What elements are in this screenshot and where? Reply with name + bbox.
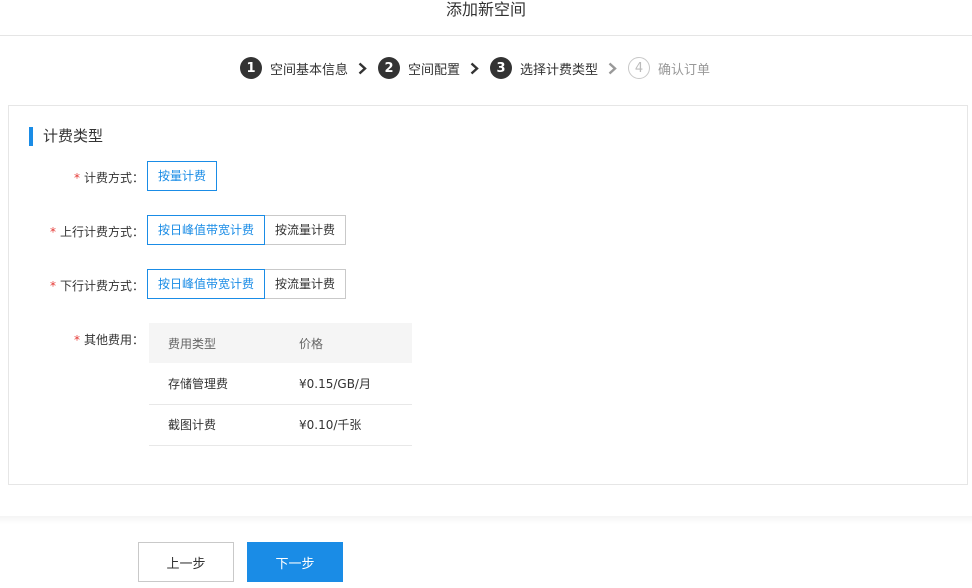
page-title: 添加新空间: [445, 0, 526, 19]
step-4: 4 确认订单: [628, 57, 710, 79]
required-mark: *: [73, 171, 80, 185]
chevron-right-icon: [606, 57, 618, 79]
billing-method-label: * 计费方式：: [73, 171, 144, 185]
other-fees-table: 费用类型 价格 存储管理费 ¥0.15/GB/月 截图计费 ¥0.10/千张: [149, 323, 412, 446]
upstream-billing-options: 按日峰值带宽计费 按流量计费: [147, 215, 347, 245]
step-3: 3 选择计费类型: [490, 57, 598, 79]
step-1: 1 空间基本信息: [240, 57, 348, 79]
downstream-option-traffic[interactable]: 按流量计费: [264, 269, 347, 299]
column-header-fee-type: 费用类型: [149, 323, 280, 363]
step-2-label: 空间配置: [408, 62, 461, 78]
section-title: 计费类型: [29, 127, 103, 146]
column-header-price: 价格: [280, 323, 412, 363]
step-3-number: 3: [490, 57, 513, 79]
downstream-option-peak-bandwidth[interactable]: 按日峰值带宽计费: [147, 269, 266, 299]
prev-step-button[interactable]: 上一步: [138, 542, 234, 582]
billing-option-pay-as-you-go[interactable]: 按量计费: [147, 161, 218, 191]
required-mark: *: [73, 333, 80, 347]
downstream-billing-label: * 下行计费方式：: [49, 279, 144, 293]
upstream-billing-label: * 上行计费方式：: [49, 225, 144, 239]
other-fees-label: * 其他费用：: [73, 333, 144, 347]
fee-type-cell: 存储管理费: [149, 363, 280, 405]
billing-method-options: 按量计费: [147, 161, 218, 191]
step-indicator: 1 空间基本信息 2 空间配置 3 选择计费类型 4 确认订单: [240, 57, 710, 79]
required-mark: *: [49, 279, 56, 293]
step-3-label: 选择计费类型: [520, 62, 599, 78]
step-1-number: 1: [240, 57, 262, 79]
step-4-number: 4: [628, 57, 651, 79]
downstream-billing-options: 按日峰值带宽计费 按流量计费: [147, 269, 347, 299]
step-1-label: 空间基本信息: [270, 62, 349, 78]
table-row: 存储管理费 ¥0.15/GB/月: [149, 363, 412, 405]
step-2-number: 2: [378, 57, 401, 79]
fee-type-cell: 截图计费: [149, 404, 280, 446]
footer-divider: [0, 516, 972, 524]
title-divider: [0, 35, 972, 36]
price-cell: ¥0.10/千张: [280, 404, 412, 446]
upstream-option-peak-bandwidth[interactable]: 按日峰值带宽计费: [147, 215, 266, 245]
step-4-label: 确认订单: [658, 62, 711, 78]
required-mark: *: [49, 225, 56, 239]
table-header-row: 费用类型 价格: [149, 323, 412, 363]
chevron-right-icon: [356, 57, 368, 79]
table-row: 截图计费 ¥0.10/千张: [149, 404, 412, 446]
chevron-right-icon: [468, 57, 480, 79]
upstream-option-traffic[interactable]: 按流量计费: [264, 215, 347, 245]
next-step-button[interactable]: 下一步: [247, 542, 343, 582]
price-cell: ¥0.15/GB/月: [280, 363, 412, 405]
step-2: 2 空间配置: [378, 57, 460, 79]
